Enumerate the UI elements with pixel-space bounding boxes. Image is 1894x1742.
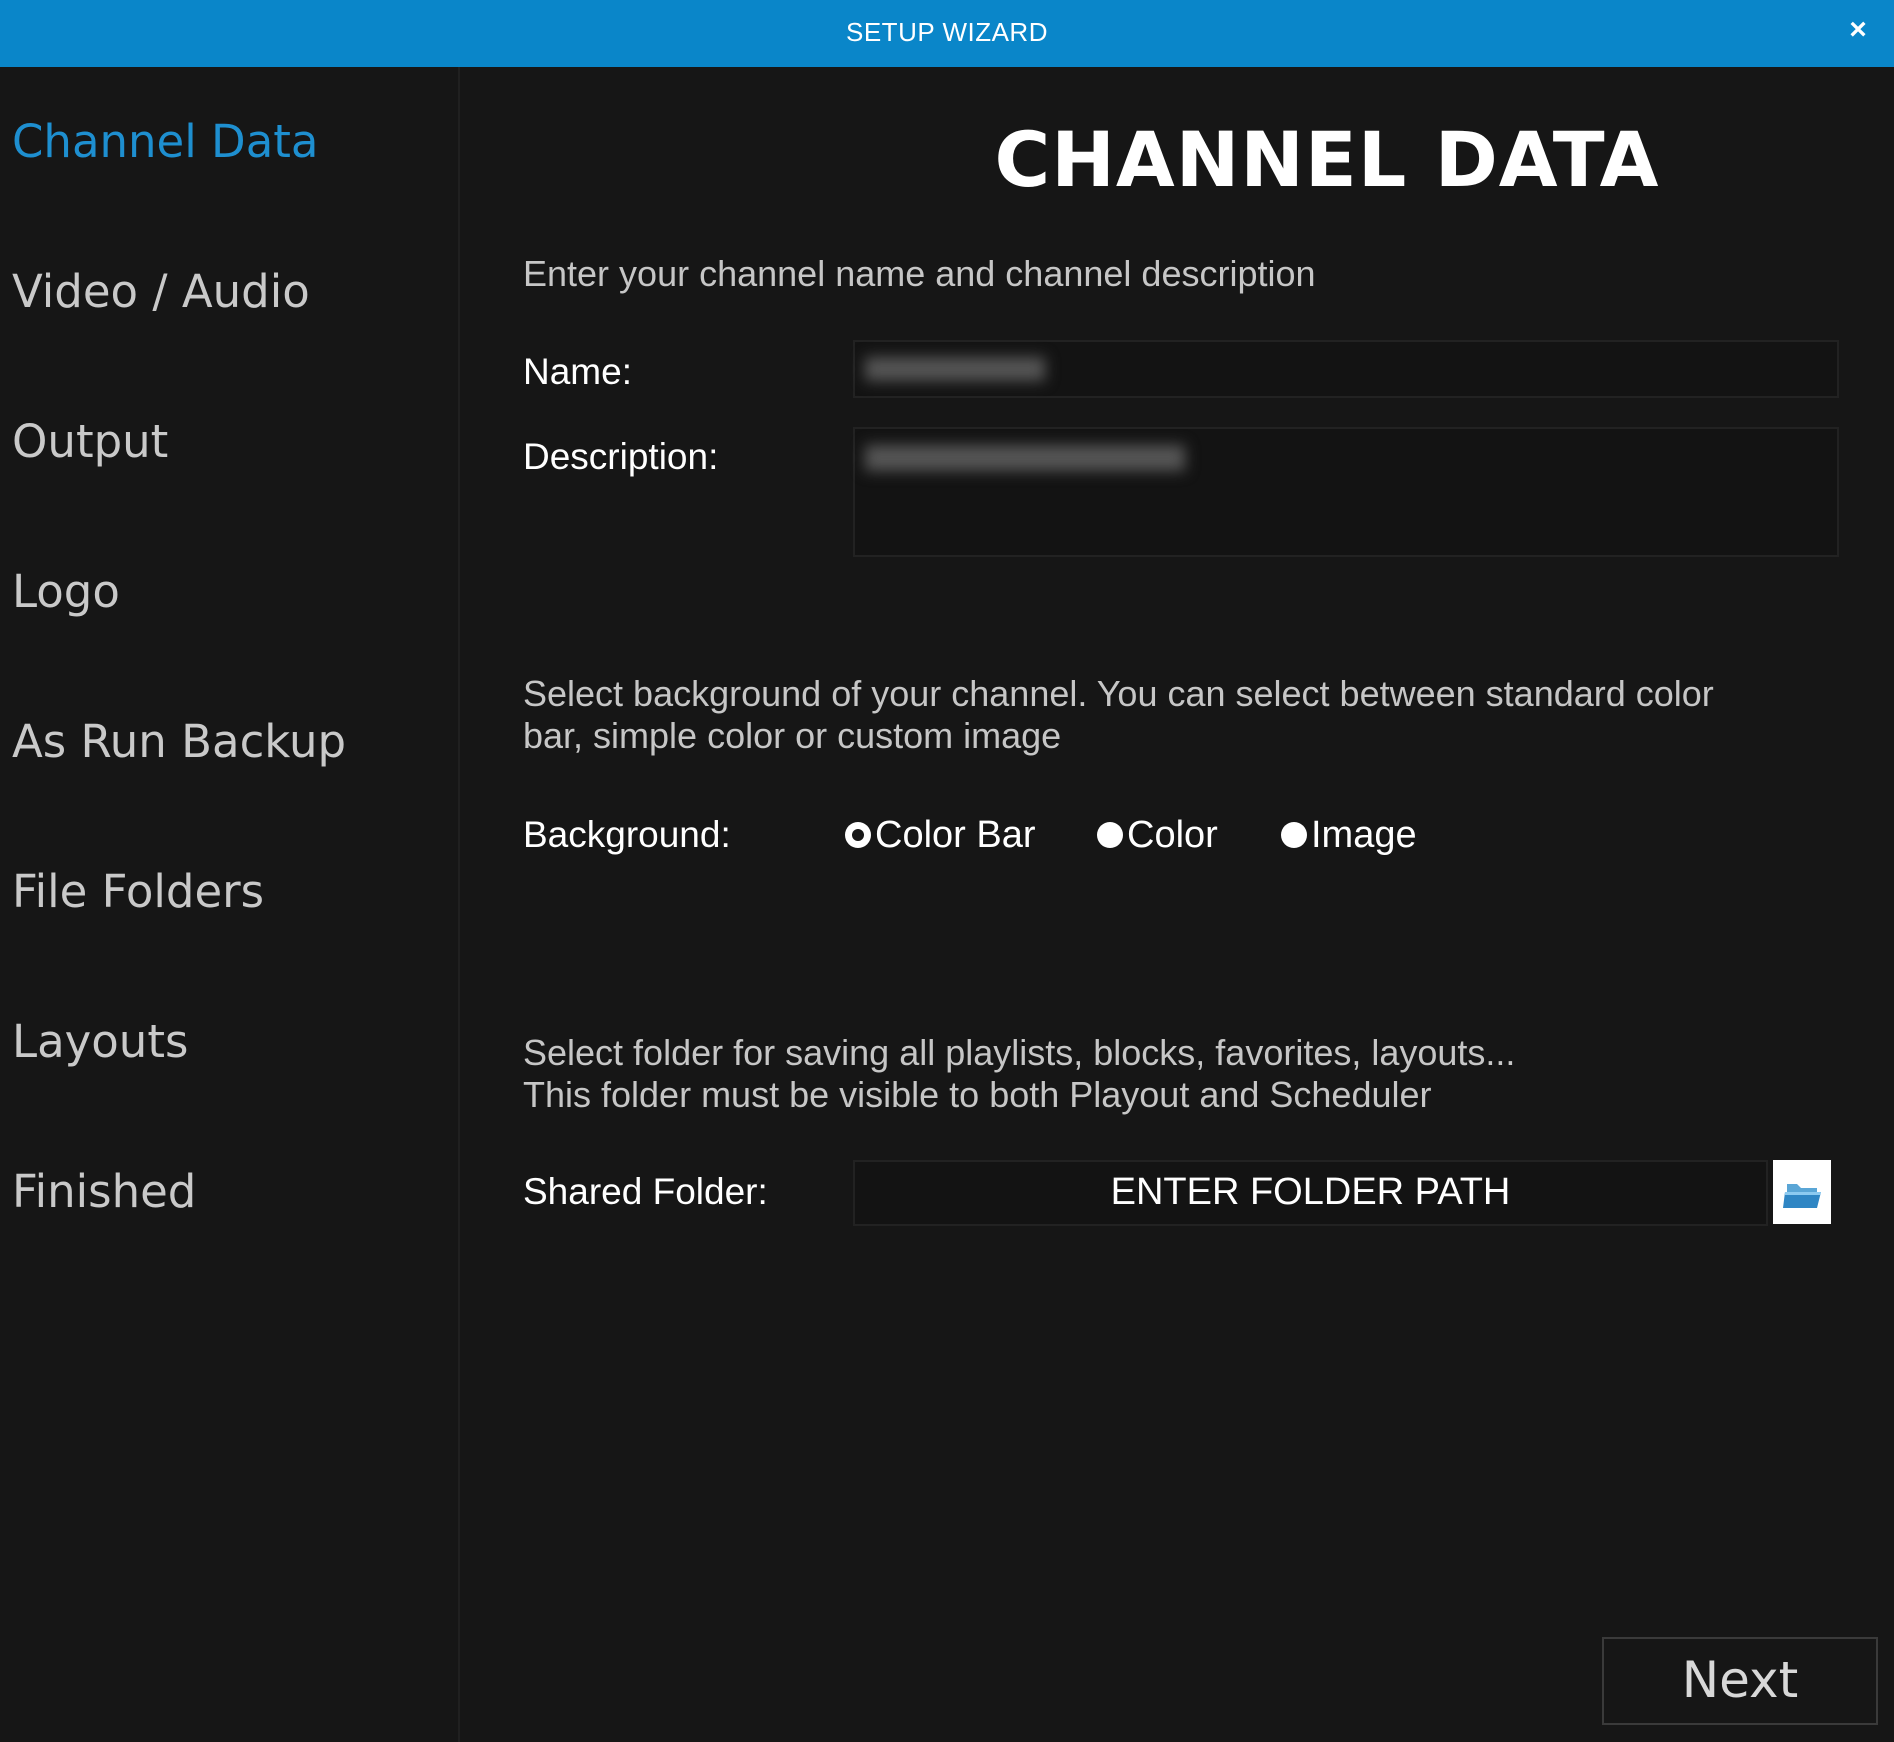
sidebar-item-file-folders[interactable]: File Folders [12, 865, 264, 918]
redacted-name [865, 357, 1045, 381]
radio-color-bar-label: Color Bar [875, 813, 1036, 856]
sidebar-item-layouts[interactable]: Layouts [12, 1015, 188, 1068]
folder-icon [1783, 1184, 1821, 1208]
description-label: Description: [523, 436, 719, 477]
radio-unchecked-icon[interactable] [1097, 822, 1123, 848]
sidebar-item-finished[interactable]: Finished [12, 1165, 196, 1218]
main-panel: CHANNEL DATA Enter your channel name and… [460, 67, 1894, 1742]
window-title: SETUP WIZARD [846, 17, 1048, 47]
background-label: Background: [523, 814, 731, 855]
redacted-description [865, 445, 1185, 471]
radio-color-label: Color [1127, 813, 1218, 856]
sidebar-item-logo[interactable]: Logo [12, 565, 120, 618]
sidebar-item-as-run-backup[interactable]: As Run Backup [12, 715, 346, 768]
close-icon[interactable]: × [1840, 12, 1876, 48]
sidebar-item-channel-data[interactable]: Channel Data [12, 115, 319, 168]
radio-image[interactable]: Image [1281, 810, 1417, 860]
folder-description-hint: Select folder for saving all playlists, … [523, 1032, 1516, 1115]
radio-unchecked-icon[interactable] [1281, 822, 1307, 848]
shared-folder-label: Shared Folder: [523, 1171, 768, 1212]
sidebar-item-output[interactable]: Output [12, 415, 168, 468]
next-button[interactable]: Next [1602, 1637, 1878, 1725]
radio-image-label: Image [1311, 813, 1417, 856]
wizard-steps-sidebar: Channel Data Video / Audio Output Logo A… [0, 67, 460, 1742]
browse-folder-button[interactable] [1773, 1160, 1831, 1224]
title-bar: SETUP WIZARD × [0, 0, 1894, 67]
radio-color-bar[interactable]: Color Bar [845, 810, 1036, 860]
name-label: Name: [523, 351, 632, 392]
page-title: CHANNEL DATA [994, 115, 1660, 204]
channel-description-hint: Enter your channel name and channel desc… [523, 253, 1316, 294]
shared-folder-input[interactable]: ENTER FOLDER PATH [853, 1160, 1768, 1226]
sidebar-item-video-audio[interactable]: Video / Audio [12, 265, 310, 318]
radio-color[interactable]: Color [1097, 810, 1218, 860]
radio-checked-icon[interactable] [845, 822, 871, 848]
background-description-hint: Select background of your channel. You c… [523, 673, 1714, 756]
